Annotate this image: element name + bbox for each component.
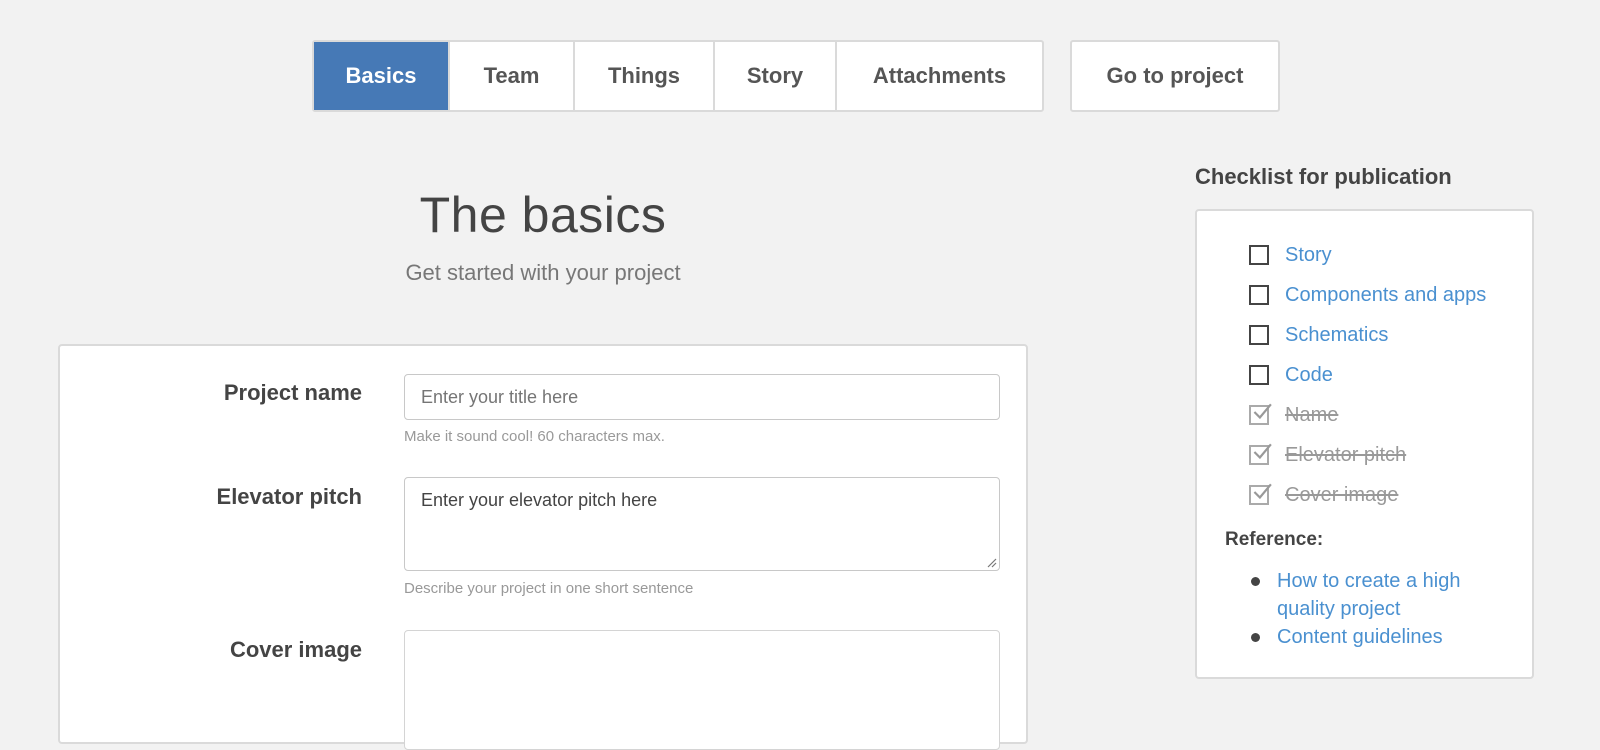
go-to-project-button[interactable]: Go to project [1070, 40, 1280, 112]
bullet-icon [1251, 633, 1260, 642]
tab-team[interactable]: Team [450, 42, 575, 110]
checkbox-icon [1249, 285, 1269, 305]
checkbox-icon [1249, 365, 1269, 385]
checklist-link[interactable]: Cover image [1285, 484, 1398, 507]
tab-story[interactable]: Story [715, 42, 837, 110]
checklist-item-name[interactable]: Name [1249, 403, 1338, 427]
elevator-pitch-label: Elevator pitch [216, 484, 362, 509]
elevator-pitch-textarea[interactable]: Enter your elevator pitch here [404, 477, 1000, 571]
reference-link-guidelines[interactable]: Content guidelines [1225, 623, 1505, 651]
checkmark-icon [1253, 443, 1272, 460]
reference-list: How to create a high quality project Con… [1225, 567, 1505, 651]
checklist-item-story[interactable]: Story [1249, 243, 1332, 267]
tab-things[interactable]: Things [575, 42, 715, 110]
checklist-link[interactable]: Name [1285, 404, 1338, 427]
checkbox-checked-icon [1249, 443, 1272, 465]
checklist-link[interactable]: Schematics [1285, 324, 1388, 347]
checklist-title: Checklist for publication [1195, 164, 1452, 189]
reference-link-text[interactable]: Content guidelines [1277, 626, 1443, 648]
page-subtitle: Get started with your project [405, 260, 681, 285]
project-name-input[interactable] [404, 374, 1000, 420]
tab-basics[interactable]: Basics [314, 42, 450, 110]
checkbox-icon [1249, 245, 1269, 265]
checklist-link[interactable]: Components and apps [1285, 284, 1486, 307]
reference-title: Reference: [1225, 529, 1324, 550]
checklist-item-components[interactable]: Components and apps [1249, 283, 1486, 307]
reference-link-quality[interactable]: How to create a high quality project [1225, 567, 1505, 623]
checklist-item-code[interactable]: Code [1249, 363, 1333, 387]
reference-link-text[interactable]: How to create a high quality project [1277, 570, 1460, 620]
cover-image-dropzone[interactable] [404, 630, 1000, 750]
checklist-card: Story Components and apps Schematics Cod… [1195, 209, 1534, 679]
page-title: The basics [419, 187, 667, 243]
bullet-icon [1251, 577, 1260, 586]
basics-form: Project name Make it sound cool! 60 char… [58, 344, 1028, 750]
checklist-link[interactable]: Story [1285, 244, 1332, 267]
tab-group: Basics Team Things Story Attachments [312, 40, 1044, 112]
checkbox-icon [1249, 325, 1269, 345]
project-name-hint: Make it sound cool! 60 characters max. [404, 428, 665, 445]
checkmark-icon [1253, 403, 1272, 420]
checkmark-icon [1253, 483, 1272, 500]
tab-attachments[interactable]: Attachments [837, 42, 1042, 110]
checkbox-checked-icon [1249, 483, 1272, 505]
cover-image-label: Cover image [229, 637, 362, 662]
checklist-link[interactable]: Elevator pitch [1285, 444, 1406, 467]
project-name-label: Project name [223, 380, 362, 405]
resize-grip-icon[interactable] [985, 556, 997, 568]
checkbox-checked-icon [1249, 403, 1272, 425]
checklist-item-elevator-pitch[interactable]: Elevator pitch [1249, 443, 1406, 467]
elevator-pitch-placeholder: Enter your elevator pitch here [421, 490, 658, 510]
checklist-item-schematics[interactable]: Schematics [1249, 323, 1388, 347]
project-nav: Basics Team Things Story Attachments [312, 40, 1044, 112]
checklist-link[interactable]: Code [1285, 364, 1333, 387]
elevator-pitch-hint: Describe your project in one short sente… [404, 580, 694, 597]
checklist-item-cover-image[interactable]: Cover image [1249, 483, 1398, 507]
